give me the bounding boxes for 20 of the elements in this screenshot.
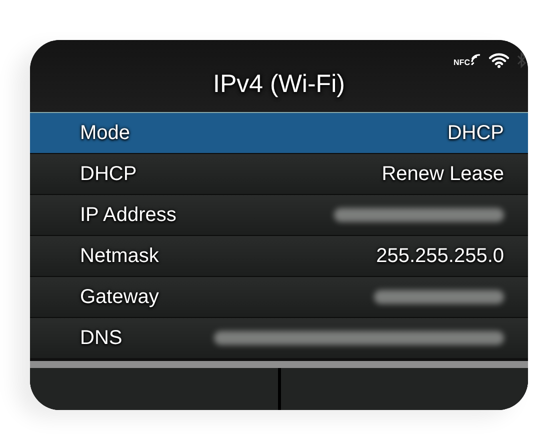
screen-title: IPv4 (Wi-Fi) — [213, 70, 345, 99]
row-label: Gateway — [80, 286, 159, 308]
row-label: DHCP — [80, 162, 137, 186]
menu-row[interactable]: Gateway — [30, 276, 528, 317]
menu-row[interactable]: DNS — [30, 317, 528, 358]
row-label: Netmask — [80, 244, 159, 268]
row-value: 255.255.255.0 — [376, 244, 504, 268]
nfc-label: NFC — [454, 58, 470, 66]
soft-key[interactable] — [30, 368, 278, 410]
row-value: DHCP — [447, 122, 504, 144]
row-label: IP Address — [80, 204, 176, 226]
row-label: DNS — [80, 326, 122, 350]
row-value: Renew Lease — [382, 162, 504, 186]
menu-row[interactable]: Netmask 255.255.255.0 — [30, 235, 528, 276]
signal-waves-icon — [471, 54, 481, 66]
soft-key[interactable] — [280, 368, 528, 410]
menu-row[interactable]: IP Address — [30, 194, 528, 235]
row-label: Mode — [80, 122, 130, 144]
menu-row[interactable]: DHCP Renew Lease — [30, 153, 528, 194]
menu-row[interactable]: Mode DHCP — [30, 112, 528, 153]
